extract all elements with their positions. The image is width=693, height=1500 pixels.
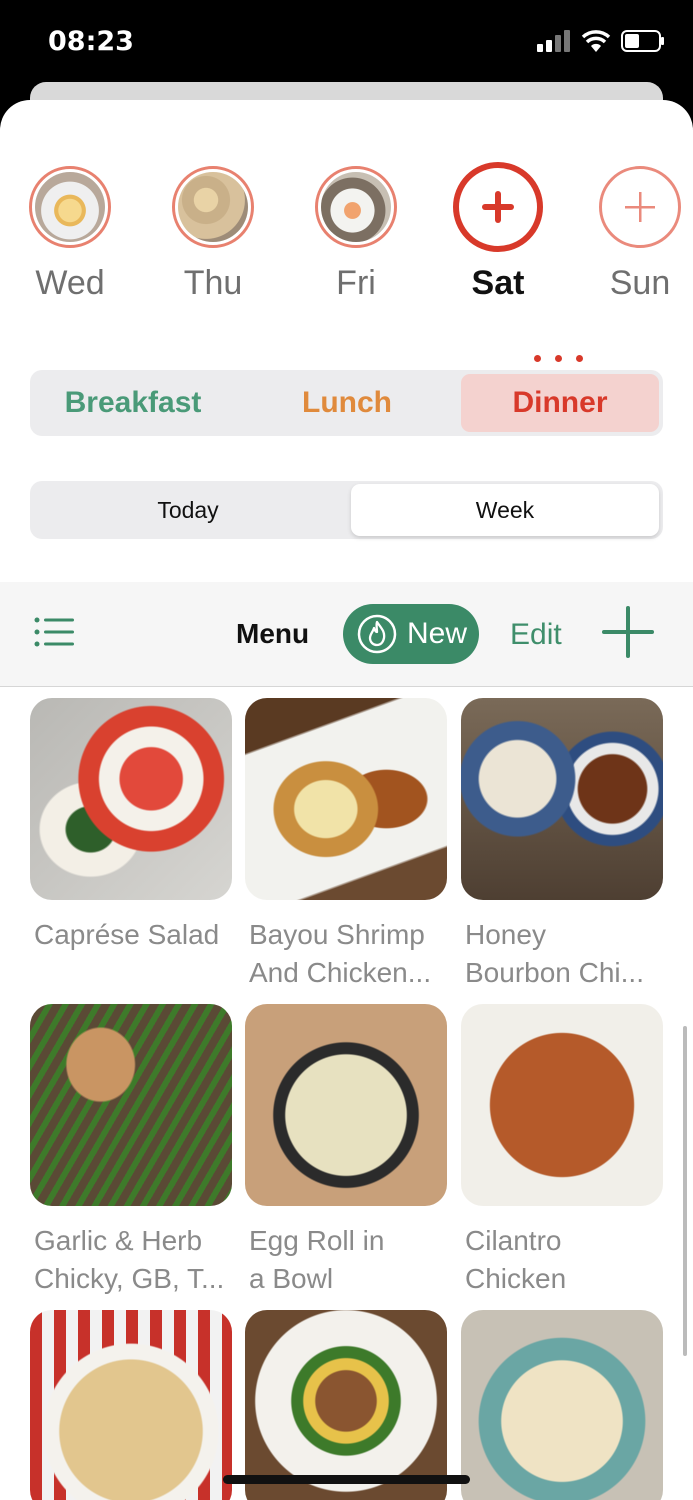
home-indicator[interactable] [223, 1475, 470, 1484]
day-sun-add [599, 166, 681, 248]
meal-breakfast[interactable]: Breakfast [30, 370, 236, 436]
range-today[interactable]: Today [30, 481, 346, 539]
edit-button[interactable]: Edit [510, 618, 562, 652]
add-recipe-button[interactable] [600, 604, 656, 665]
recipe-photo [245, 698, 447, 900]
recipe-photo [461, 1310, 663, 1500]
recipe-photo [245, 1310, 447, 1500]
recipe-card[interactable]: Garlic & Herb Chicky, GB, T... [30, 1004, 232, 1298]
day-fri[interactable]: Fri [296, 166, 416, 303]
day-thu-photo [172, 166, 254, 248]
day-fri-label: Fri [336, 264, 376, 302]
recipe-card[interactable] [245, 1310, 447, 1500]
plus-icon [602, 606, 654, 658]
range-week[interactable]: Week [347, 481, 663, 539]
recipe-card[interactable]: Egg Roll in a Bowl [245, 1004, 447, 1298]
plus-icon [482, 191, 514, 223]
signal-icon [537, 30, 570, 52]
day-thu[interactable]: Thu [153, 166, 273, 303]
menu-title: Menu [236, 618, 310, 649]
status-bar: 08:23 [0, 0, 693, 90]
new-button-label: New [407, 617, 468, 650]
day-wed[interactable]: Wed [10, 166, 130, 303]
flame-icon [357, 614, 397, 654]
day-sat[interactable]: Sat [438, 162, 558, 303]
status-time: 08:23 [48, 26, 134, 57]
recipe-photo [30, 698, 232, 900]
day-sun[interactable]: Sun [580, 166, 693, 303]
menu-toolbar: Menu New Edit [0, 582, 693, 687]
more-dots-icon[interactable] [534, 355, 583, 362]
list-icon[interactable] [34, 616, 76, 653]
day-wed-label: Wed [35, 264, 105, 302]
new-button[interactable]: New [343, 604, 479, 664]
day-wed-photo [29, 166, 111, 248]
recipe-photo [461, 698, 663, 900]
plus-icon [625, 192, 655, 222]
recipe-card[interactable]: Honey Bourbon Chi... [461, 698, 663, 992]
wifi-icon [581, 30, 611, 52]
recipe-title: Garlic & Herb Chicky, GB, T... [34, 1225, 225, 1294]
meal-lunch[interactable]: Lunch [244, 370, 450, 436]
day-fri-photo [315, 166, 397, 248]
scrollbar[interactable] [683, 1026, 687, 1356]
planner-sheet: Wed Thu Fri Sat Sun Breakfast Lunch Dinn… [0, 100, 693, 1500]
meal-segmented-control: Breakfast Lunch Dinner [30, 370, 663, 436]
recipe-title: Honey Bourbon Chi... [465, 919, 644, 988]
day-thu-label: Thu [183, 264, 243, 302]
battery-icon [621, 30, 664, 52]
recipe-card[interactable]: Caprése Salad [30, 698, 232, 954]
meal-dinner[interactable]: Dinner [461, 370, 659, 436]
range-segmented-control: Today Week [30, 481, 663, 539]
recipe-photo [30, 1004, 232, 1206]
recipe-photo [461, 1004, 663, 1206]
status-icons [537, 30, 665, 52]
day-sat-label: Sat [471, 264, 525, 302]
recipe-card[interactable]: Cilantro Chicken [461, 1004, 663, 1298]
day-sat-add [453, 162, 543, 252]
recipe-title: Cilantro Chicken [465, 1225, 567, 1294]
recipe-card[interactable]: Bayou Shrimp And Chicken... [245, 698, 447, 992]
recipe-title: Caprése Salad [34, 919, 220, 950]
recipe-photo [245, 1004, 447, 1206]
recipe-card[interactable] [461, 1310, 663, 1500]
day-sun-label: Sun [609, 264, 671, 302]
recipe-card[interactable] [30, 1310, 232, 1500]
recipe-title: Bayou Shrimp And Chicken... [249, 919, 432, 988]
recipe-title: Egg Roll in a Bowl [249, 1225, 385, 1294]
recipe-photo [30, 1310, 232, 1500]
